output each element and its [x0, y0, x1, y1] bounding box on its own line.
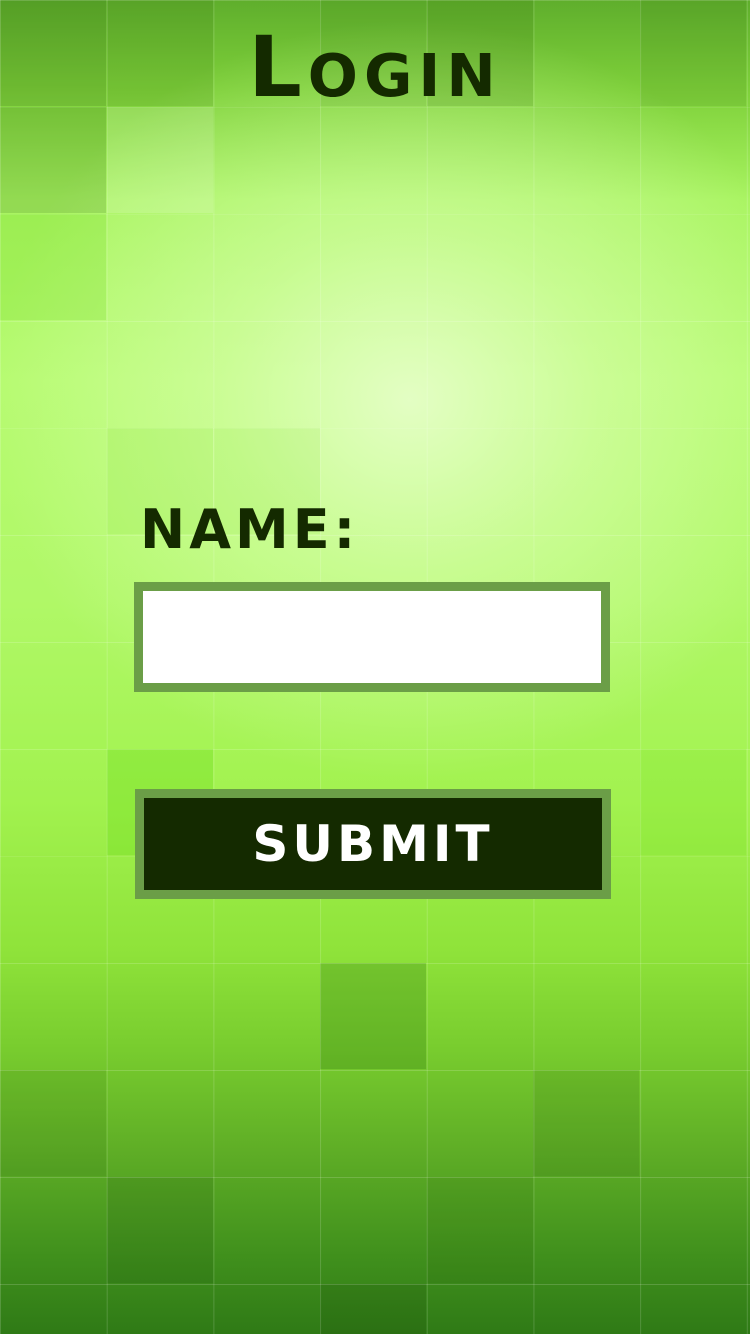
name-input[interactable]	[134, 582, 610, 692]
page-title: Login	[248, 18, 502, 116]
name-label: NAME:	[140, 498, 360, 561]
submit-button[interactable]: SUBMIT	[135, 789, 611, 899]
